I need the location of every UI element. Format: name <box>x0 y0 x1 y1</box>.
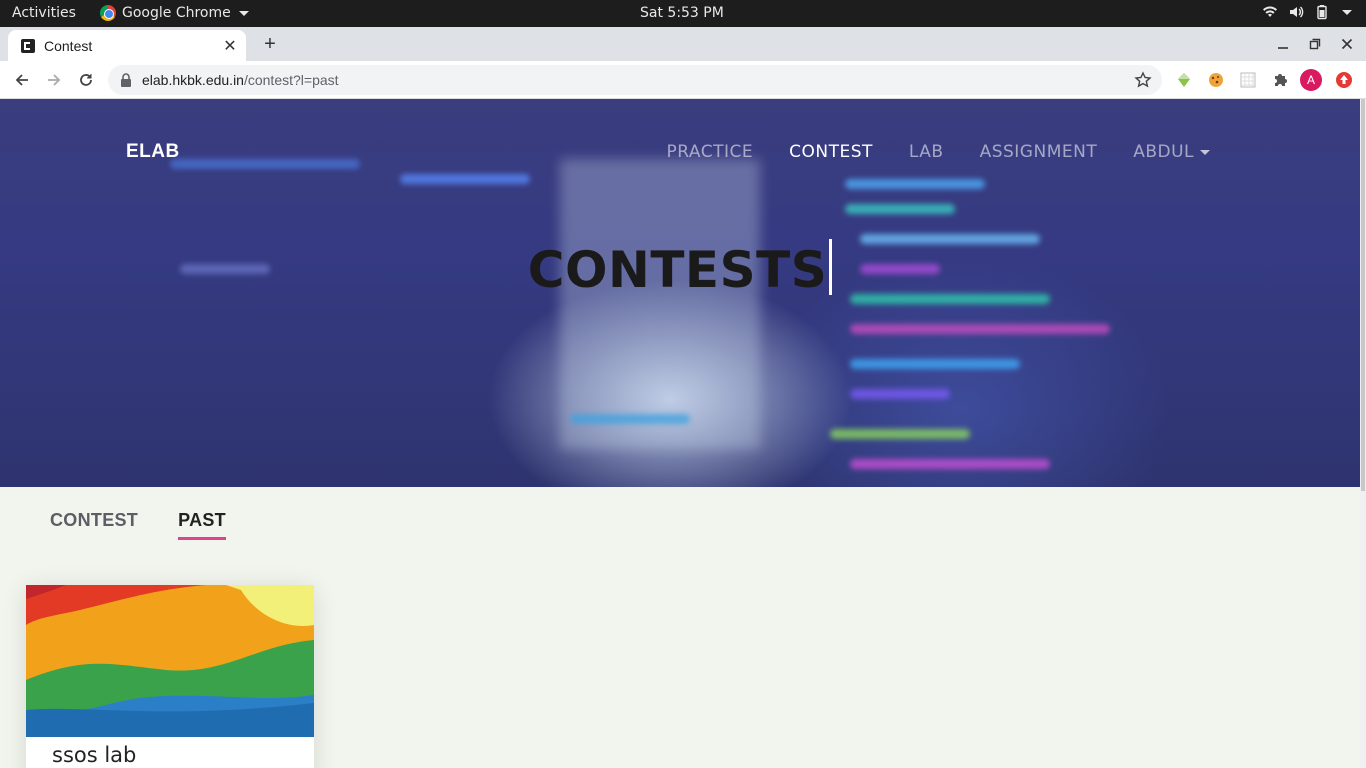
nav-lab[interactable]: LAB <box>909 142 944 162</box>
extension-grid-icon[interactable] <box>1239 71 1257 89</box>
chevron-down-icon <box>238 10 249 16</box>
caret-down-icon <box>1200 149 1210 155</box>
site-navbar: ELAB PRACTICE CONTEST LAB ASSIGNMENT ABD… <box>0 99 1360 199</box>
reload-button[interactable] <box>74 68 98 92</box>
hero-bg-line <box>830 429 970 439</box>
activities-button[interactable]: Activities <box>12 5 76 21</box>
contest-card[interactable]: ssos lab <box>26 585 314 768</box>
contest-tabs: CONTEST PAST <box>50 510 226 540</box>
browser-toolbar: elab.hkbk.edu.in/contest?l=past A <box>0 61 1366 99</box>
close-window-button[interactable] <box>1337 35 1357 53</box>
profile-avatar[interactable]: A <box>1300 69 1322 91</box>
hero-bg-line <box>845 204 955 214</box>
page-title-wrapper: CONTESTS <box>0 239 1360 299</box>
nav-user-label: ABDUL <box>1133 142 1194 162</box>
extension-gem-icon[interactable] <box>1175 71 1193 89</box>
minimize-button[interactable] <box>1273 35 1293 53</box>
hero-bg-line <box>850 359 1020 369</box>
app-menu[interactable]: Google Chrome <box>100 5 249 21</box>
arrow-right-icon <box>48 74 61 86</box>
nav-assignment[interactable]: ASSIGNMENT <box>980 142 1098 162</box>
restore-icon <box>1309 38 1321 50</box>
app-name: Google Chrome <box>122 5 231 21</box>
hero-bg-line <box>570 414 690 424</box>
url-host: elab.hkbk.edu.in <box>142 72 244 88</box>
close-icon <box>1341 38 1353 50</box>
contest-card-image <box>26 585 314 737</box>
extension-cookie-icon[interactable] <box>1207 71 1225 89</box>
nav-practice[interactable]: PRACTICE <box>667 142 754 162</box>
system-tray[interactable] <box>1262 4 1352 20</box>
bookmark-star-icon[interactable] <box>1134 71 1152 89</box>
reload-icon <box>80 74 92 86</box>
forward-button[interactable] <box>42 68 66 92</box>
close-tab-icon[interactable]: ✕ <box>220 36 240 56</box>
hero-bg-line <box>850 324 1110 334</box>
tab-past[interactable]: PAST <box>178 510 226 540</box>
page-title: CONTESTS <box>527 241 828 299</box>
clock[interactable]: Sat 5:53 PM <box>640 5 724 21</box>
site-favicon-icon <box>21 38 35 53</box>
url-path: /contest?l=past <box>243 72 339 88</box>
new-tab-button[interactable]: + <box>258 33 282 55</box>
battery-icon <box>1317 5 1327 20</box>
lock-icon <box>121 73 131 87</box>
site-nav-links: PRACTICE CONTEST LAB ASSIGNMENT ABDUL <box>667 142 1210 162</box>
scrollbar-thumb[interactable] <box>1361 99 1365 491</box>
chrome-logo-icon <box>100 5 116 21</box>
hero-banner: ELAB PRACTICE CONTEST LAB ASSIGNMENT ABD… <box>0 99 1360 487</box>
browser-tab[interactable]: Contest ✕ <box>8 30 246 61</box>
address-bar[interactable]: elab.hkbk.edu.in/contest?l=past <box>108 65 1162 95</box>
system-top-bar: Activities Google Chrome Sat 5:53 PM <box>0 0 1366 27</box>
system-menu-chevron-icon <box>1342 9 1352 15</box>
restore-button[interactable] <box>1305 35 1325 53</box>
tab-title: Contest <box>44 37 93 54</box>
wifi-icon <box>1263 6 1277 17</box>
hero-bg-line <box>850 459 1050 469</box>
volume-icon <box>1290 6 1304 18</box>
typing-cursor <box>829 239 833 295</box>
back-button[interactable] <box>10 68 34 92</box>
nav-user-dropdown[interactable]: ABDUL <box>1133 142 1210 162</box>
url-text: elab.hkbk.edu.in/contest?l=past <box>142 72 339 88</box>
site-brand[interactable]: ELAB <box>126 141 180 163</box>
contest-card-title: ssos lab <box>52 743 137 767</box>
hero-bg-line <box>850 389 950 399</box>
extensions-puzzle-icon[interactable] <box>1271 71 1289 89</box>
tab-contest[interactable]: CONTEST <box>50 510 138 540</box>
hero-bg-blur <box>560 159 760 449</box>
nav-contest[interactable]: CONTEST <box>789 142 873 162</box>
tab-strip: Contest ✕ + <box>0 27 1366 61</box>
arrow-left-icon <box>15 74 28 86</box>
extension-update-icon[interactable] <box>1335 71 1353 89</box>
minimize-icon <box>1278 47 1288 49</box>
